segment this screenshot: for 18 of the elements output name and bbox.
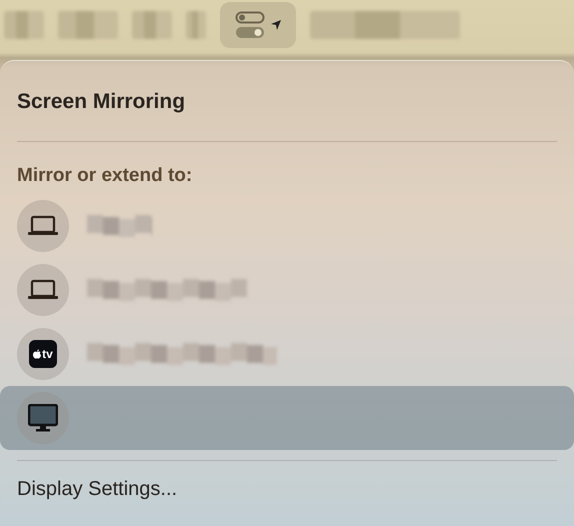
laptop-icon: [27, 279, 59, 301]
laptop-icon: [27, 215, 59, 237]
blurred-menu-icon[interactable]: [132, 11, 172, 39]
redaction-mark: [87, 215, 152, 237]
control-center-button[interactable]: [220, 2, 296, 48]
display-settings-item[interactable]: Display Settings...: [0, 461, 574, 517]
tv-logo: tv: [29, 340, 57, 368]
menu-title: Screen Mirroring: [16, 89, 186, 115]
device-row[interactable]: [0, 386, 574, 450]
blurred-menu-item[interactable]: [310, 11, 460, 39]
blurred-menu-icon[interactable]: [186, 11, 206, 39]
section-heading: Mirror or extend to:: [16, 164, 194, 188]
blurred-menu-icon[interactable]: [58, 11, 118, 39]
device-row[interactable]: tv: [0, 322, 574, 386]
blurred-menu-icon[interactable]: [4, 11, 44, 39]
location-arrow-icon: [271, 20, 281, 30]
monitor-icon: [28, 404, 58, 432]
toggles-icon: [235, 11, 265, 39]
